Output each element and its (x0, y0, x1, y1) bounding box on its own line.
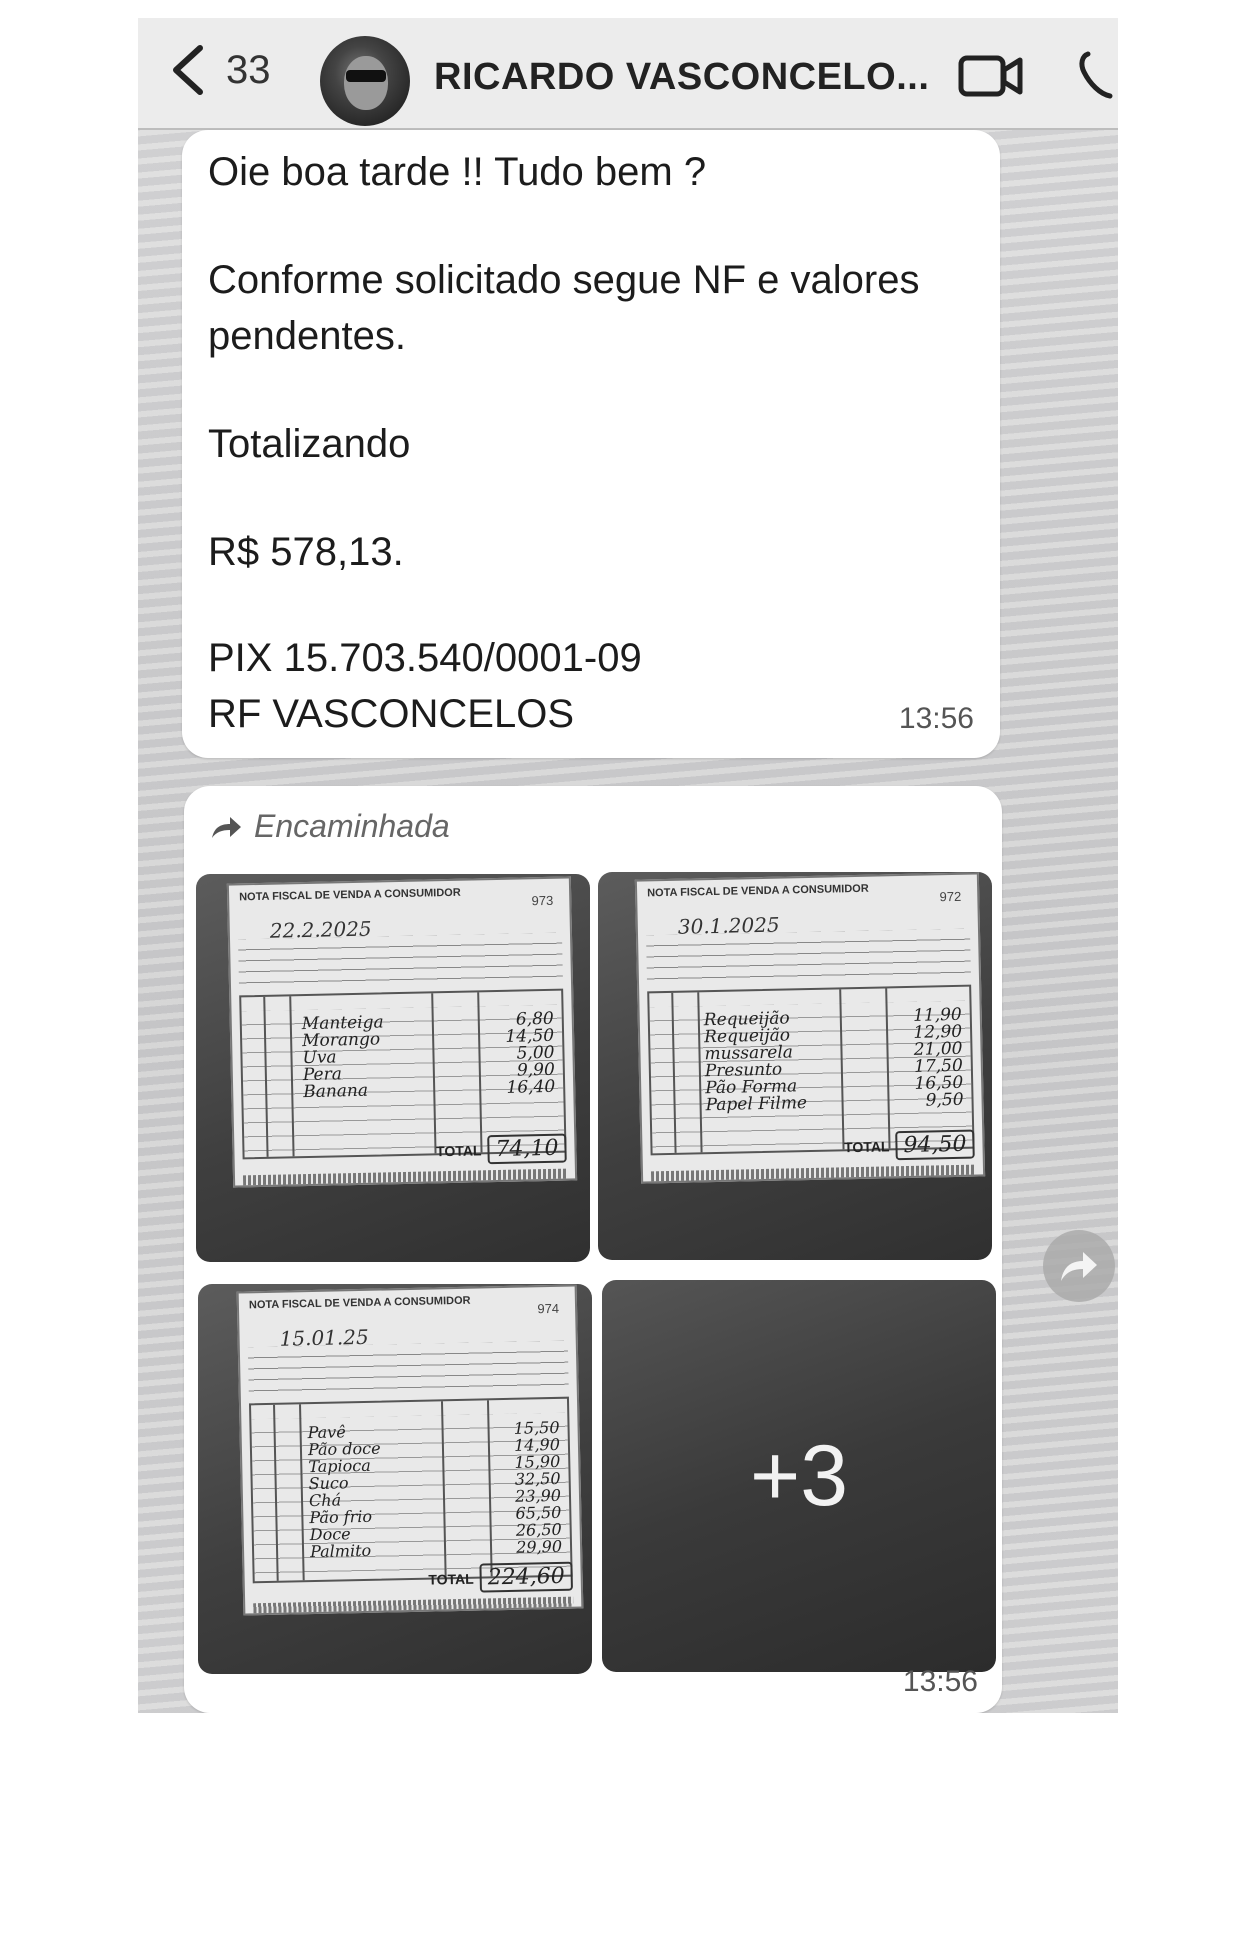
receipt-item: Papel Filme (705, 1093, 808, 1116)
album-photo-3[interactable]: NOTA FISCAL DE VENDA A CONSUMIDOR 974 15… (198, 1284, 592, 1674)
phone-icon[interactable] (1078, 50, 1118, 100)
receipt-item: Pão frio (309, 1506, 373, 1528)
chevron-left-icon (173, 45, 203, 95)
receipt-item: Banana (303, 1080, 369, 1103)
receipt-table: Pavê Pão doce Tapioca Suco Chá Pão frio … (248, 1396, 573, 1584)
receipt-number: 972 (939, 888, 962, 905)
message-bubble-text[interactable]: Oie boa tarde !! Tudo bem ? Conforme sol… (182, 130, 1000, 758)
forwarded-text: Encaminhada (254, 808, 450, 844)
receipt-title: NOTA FISCAL DE VENDA A CONSUMIDOR (248, 1294, 471, 1312)
message-line: Conforme solicitado segue NF e valores (208, 258, 920, 302)
message-line: pendentes. (208, 314, 406, 358)
album-more-photos[interactable]: +3 (602, 1280, 996, 1672)
back-button[interactable]: 33 (168, 42, 271, 98)
avatar-sunglasses (346, 70, 386, 82)
contact-avatar[interactable] (320, 36, 410, 126)
receipt-fields (646, 928, 971, 982)
more-photos-count: +3 (749, 1427, 849, 1524)
chat-header: 33 RICARDO VASCONCELO... (138, 18, 1118, 130)
receipt-footer (242, 1168, 568, 1186)
receipt-title: NOTA FISCAL DE VENDA A CONSUMIDOR (647, 882, 869, 900)
share-arrow-icon (1061, 1252, 1097, 1281)
message-line: R$ 578,13. (208, 530, 404, 574)
message-timestamp: 13:56 (902, 1665, 978, 1698)
receipt-paper: NOTA FISCAL DE VENDA A CONSUMIDOR 972 30… (634, 872, 986, 1184)
message-line: Oie boa tarde !! Tudo bem ? (208, 150, 707, 194)
receipt-title: NOTA FISCAL DE VENDA A CONSUMIDOR (239, 886, 461, 904)
receipt-value: 29,90 (516, 1536, 563, 1557)
message-line: PIX 15.703.540/0001-09 (208, 636, 642, 680)
receipt-footer (650, 1164, 976, 1182)
receipt-item: Palmito (309, 1540, 372, 1562)
receipt-item: Suco (308, 1473, 349, 1494)
receipt-values: 15,50 14,90 15,90 32,50 23,90 65,50 26,5… (514, 1418, 563, 1557)
receipt-item: Doce (309, 1524, 351, 1545)
message-timestamp: 13:56 (898, 702, 974, 735)
avatar-face (344, 56, 388, 110)
receipt-total: TOTAL 74,10 (435, 1133, 567, 1166)
receipt-total-label: TOTAL (435, 1141, 482, 1159)
share-button[interactable] (1043, 1230, 1115, 1302)
receipt-values: 11,90 12,90 21,00 17,50 16,50 9,50 (913, 1005, 964, 1111)
message-line: Totalizando (208, 422, 411, 466)
message-line: RF VASCONCELOS (208, 692, 574, 736)
receipt-footer (253, 1596, 574, 1614)
unread-count: 33 (226, 47, 271, 92)
receipt-value: 9,50 (925, 1089, 964, 1111)
receipt-total-value: 74,10 (487, 1133, 567, 1165)
receipt-fields (247, 1340, 569, 1394)
receipt-total: TOTAL 224,60 (428, 1561, 573, 1594)
receipt-total-value: 224,60 (479, 1561, 573, 1593)
receipt-item: Tapioca (308, 1455, 371, 1477)
chat-screen: 33 RICARDO VASCONCELO... Oie boa tarde !… (138, 18, 1118, 1713)
receipt-values: 6,80 14,50 5,00 9,90 16,40 (505, 1009, 556, 1098)
video-camera-icon[interactable] (958, 54, 1024, 98)
receipt-fields (238, 932, 563, 986)
forward-arrow-icon (212, 816, 241, 838)
receipt-total-value: 94,50 (895, 1129, 975, 1161)
receipt-items: Requeijão Requeijão mussarela Presunto P… (704, 1008, 808, 1116)
receipt-total-label: TOTAL (843, 1137, 890, 1155)
album-photo-2[interactable]: NOTA FISCAL DE VENDA A CONSUMIDOR 972 30… (598, 872, 992, 1260)
receipt-number: 974 (537, 1300, 560, 1317)
receipt-number: 973 (531, 892, 554, 909)
receipt-items: Pavê Pão doce Tapioca Suco Chá Pão frio … (307, 1422, 382, 1562)
receipt-total: TOTAL 94,50 (843, 1129, 975, 1162)
receipt-total-label: TOTAL (428, 1570, 474, 1588)
forwarded-label: Encaminhada (210, 808, 450, 845)
receipt-value: 16,40 (506, 1076, 556, 1098)
album-photo-1[interactable]: NOTA FISCAL DE VENDA A CONSUMIDOR 973 22… (196, 874, 590, 1262)
contact-name[interactable]: RICARDO VASCONCELO... (434, 56, 929, 99)
receipt-paper: NOTA FISCAL DE VENDA A CONSUMIDOR 973 22… (226, 876, 578, 1188)
receipt-items: Manteiga Morango Uva Pera Banana (302, 1012, 386, 1103)
receipt-paper: NOTA FISCAL DE VENDA A CONSUMIDOR 974 15… (236, 1284, 584, 1616)
message-bubble-album[interactable]: Encaminhada NOTA FISCAL DE VENDA A CONSU… (184, 786, 1002, 1713)
